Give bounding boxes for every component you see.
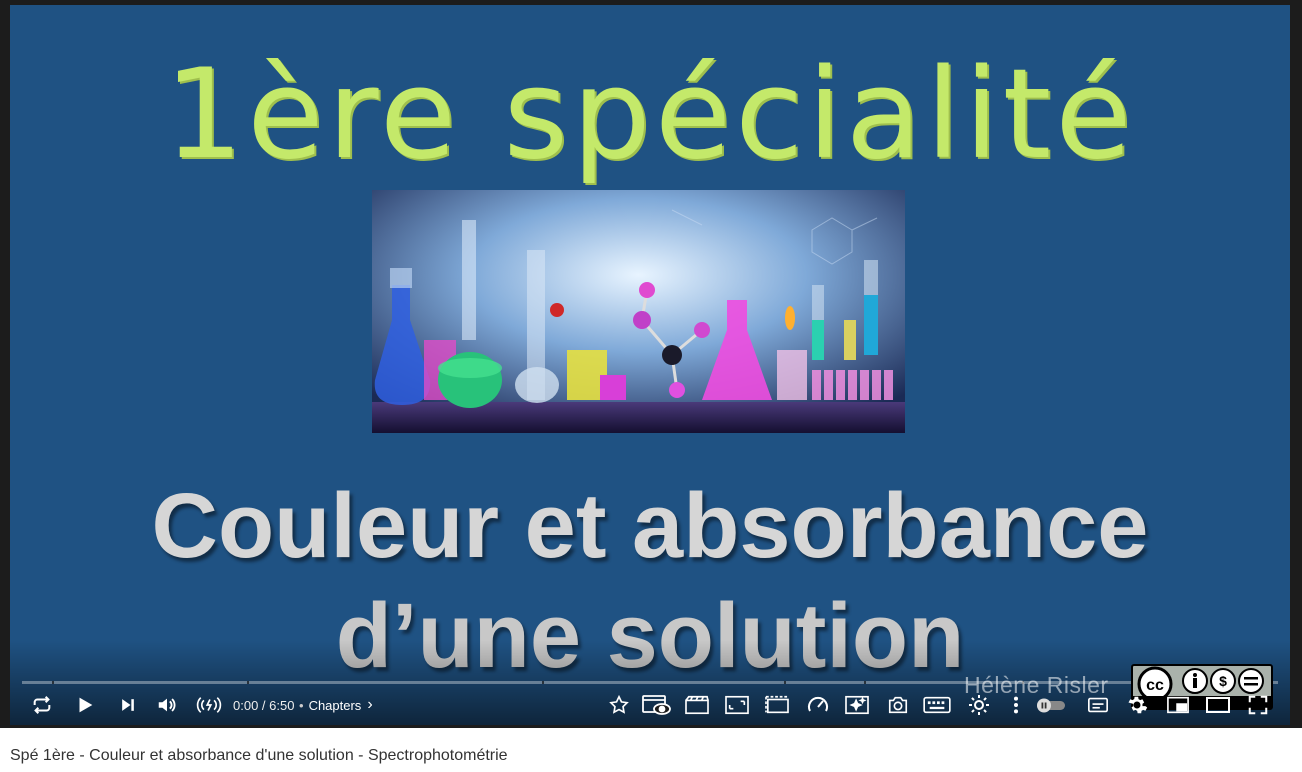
- chapter-marker: [247, 681, 249, 684]
- autoplay-icon[interactable]: [192, 686, 226, 724]
- miniplayer-icon[interactable]: [1163, 686, 1193, 724]
- chapter-marker: [542, 681, 544, 684]
- chapter-marker: [784, 681, 786, 684]
- time-display: 0:00 / 6:50: [233, 697, 295, 713]
- chapters-button[interactable]: • Chapters ›: [299, 686, 373, 724]
- more-icon[interactable]: [1006, 686, 1026, 724]
- video-player[interactable]: 1ère spécialité Couleur et absorbance d’…: [0, 0, 1302, 728]
- settings-icon[interactable]: [1123, 686, 1151, 724]
- subtitle-line-1: Couleur et absorbance: [151, 475, 1149, 577]
- theater-icon[interactable]: [762, 686, 792, 724]
- clip-icon[interactable]: [682, 686, 712, 724]
- lab-illustration: [372, 190, 905, 433]
- autoplay-toggle[interactable]: [1034, 686, 1068, 724]
- play-icon[interactable]: [70, 686, 100, 724]
- watch-icon[interactable]: [640, 686, 674, 724]
- lab-glassware-image: [372, 190, 905, 433]
- video-heading: 1ère spécialité: [164, 43, 1136, 187]
- gear-sun-icon[interactable]: [965, 686, 993, 724]
- chapter-marker: [864, 681, 866, 684]
- keyboard-icon[interactable]: [920, 686, 954, 724]
- chapter-marker: [52, 681, 54, 684]
- subtitles-icon[interactable]: [1083, 686, 1113, 724]
- chapters-label: Chapters: [308, 697, 362, 713]
- loop-icon[interactable]: [28, 686, 56, 724]
- player-controls: 0:00 / 6:50 • Chapters ›: [10, 686, 1290, 724]
- next-icon[interactable]: [115, 686, 141, 724]
- separator-dot: •: [299, 697, 304, 713]
- theater-mode-icon[interactable]: [1203, 686, 1233, 724]
- star-icon[interactable]: [606, 686, 632, 724]
- video-frame[interactable]: 1ère spécialité Couleur et absorbance d’…: [10, 5, 1290, 725]
- volume-icon[interactable]: [153, 686, 181, 724]
- chevron-right-icon: ›: [367, 696, 373, 713]
- sparkle-icon[interactable]: [842, 686, 872, 724]
- frame-icon[interactable]: [722, 686, 752, 724]
- speed-icon[interactable]: [803, 686, 833, 724]
- page-title: Spé 1ère - Couleur et absorbance d'une s…: [10, 747, 508, 764]
- screenshot-icon[interactable]: [884, 686, 912, 724]
- fullscreen-icon[interactable]: [1244, 686, 1272, 724]
